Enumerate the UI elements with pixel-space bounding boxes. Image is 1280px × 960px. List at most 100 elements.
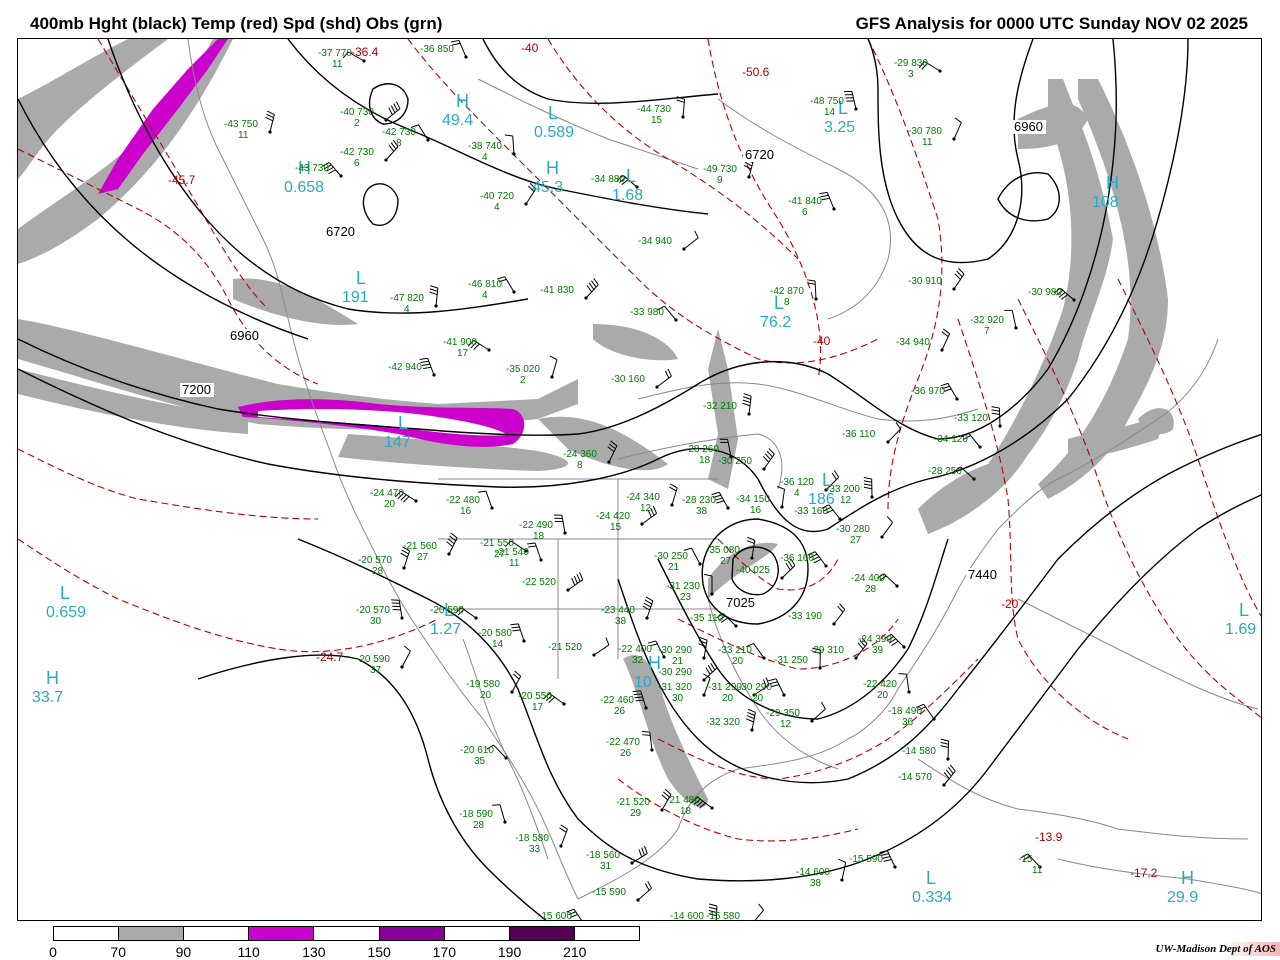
station-obs: -22 520 xyxy=(522,577,556,588)
obs-dewpoint-depression: 31 xyxy=(600,861,612,872)
obs-temp-height: -18 590 xyxy=(459,809,493,820)
wind-barb-flag xyxy=(747,711,756,716)
height-contour xyxy=(362,183,399,226)
obs-temp-height: -29 350 xyxy=(766,708,800,719)
colorbar-segment xyxy=(314,927,380,940)
temp-contour-label: -13.9 xyxy=(1035,830,1063,844)
wind-barb-flag xyxy=(642,734,651,736)
obs-temp-height: -30 280 xyxy=(836,524,870,535)
height-contour xyxy=(997,172,1060,222)
station-obs: -34 940 xyxy=(896,337,930,348)
pressure-center-value: 147 xyxy=(384,434,411,451)
obs-temp-height: -32 210 xyxy=(703,401,737,412)
wind-barb-flag xyxy=(785,562,791,571)
obs-dewpoint-depression: 28 xyxy=(473,820,485,831)
credit-label: UW-Madison Dept of AOS xyxy=(1151,942,1280,956)
obs-dewpoint-depression: 21 xyxy=(672,656,684,667)
wind-barb-staff xyxy=(504,276,515,293)
obs-temp-height: -43 750 xyxy=(224,119,258,130)
obs-temp-height: -15 590 xyxy=(592,887,626,898)
obs-dewpoint-depression: 14 xyxy=(492,639,504,650)
wind-barb-flag xyxy=(388,107,393,116)
obs-dewpoint-depression: 14 xyxy=(824,107,836,118)
obs-temp-height: -24 470 xyxy=(370,488,404,499)
wind-barb-staff xyxy=(851,91,857,110)
wind-barb-flag xyxy=(746,718,754,723)
height-contour-label: 6960 xyxy=(1014,119,1043,134)
obs-temp-height: -44 730 xyxy=(637,104,671,115)
obs-dewpoint-depression: 23 xyxy=(680,592,692,603)
wind-barb-flag xyxy=(588,282,595,290)
colorbar-segment xyxy=(119,927,185,940)
wind-barb-flag xyxy=(642,605,650,611)
height-contour xyxy=(482,39,719,104)
low-marker: L xyxy=(398,413,408,433)
obs-dewpoint-depression: 12 xyxy=(780,719,792,730)
colorbar-tick-label: 130 xyxy=(302,944,326,960)
station-obs: -20 590 xyxy=(430,605,464,616)
temp-contour-label: -24.7 xyxy=(316,650,344,664)
obs-temp-height: -30 980 xyxy=(1028,287,1062,298)
wind-barb-flag xyxy=(390,105,396,113)
wind-barb-flag xyxy=(650,507,655,516)
high-marker: H xyxy=(456,91,469,111)
wind-barb-flag xyxy=(571,577,576,586)
obs-temp-height: -19 580 xyxy=(466,679,500,690)
pressure-center-value: 33.7 xyxy=(32,689,63,706)
wind-barb-staff xyxy=(883,573,898,587)
wind-barb-flag xyxy=(813,558,822,564)
wind-barb-staff xyxy=(401,650,411,668)
wind-barb-staff xyxy=(886,850,896,868)
wind-barb-staff xyxy=(953,273,965,290)
wind-barb-staff xyxy=(664,305,677,321)
station-obs: -15 590 xyxy=(849,854,883,865)
obs-dewpoint-depression: 28 xyxy=(372,566,384,577)
station-obs: -32 210 xyxy=(703,401,737,412)
speed-band-70-90 xyxy=(593,324,678,361)
obs-temp-height: -24 420 xyxy=(596,511,630,522)
obs-dewpoint-depression: 11 xyxy=(1032,865,1043,876)
wind-barb-staff xyxy=(947,383,958,400)
station-obs: -14 580 xyxy=(902,746,936,757)
pressure-center-value: 191 xyxy=(342,289,369,306)
low-marker: L xyxy=(548,103,558,123)
station-obs: -40 7302 xyxy=(340,107,374,129)
coastline xyxy=(917,758,1249,840)
obs-temp-height: -22 400 xyxy=(618,644,652,655)
obs-temp-height: -21 480 xyxy=(666,795,700,806)
wind-barb-flag xyxy=(388,144,395,152)
wind-barb-staff xyxy=(718,492,729,509)
high-marker: H xyxy=(46,668,59,688)
obs-temp-height: -42 730 xyxy=(382,127,416,138)
obs-temp-height: -30 290 xyxy=(658,645,692,656)
wind-barb-flag xyxy=(593,278,599,286)
obs-dewpoint-depression: 20 xyxy=(732,656,744,667)
wind-barb-flag xyxy=(669,486,677,492)
wind-barb-flag xyxy=(266,110,275,115)
wind-barb-flag xyxy=(707,665,713,673)
obs-temp-height: -37 770 xyxy=(318,48,352,59)
station-obs: -42 7306 xyxy=(340,147,374,169)
height-contour-label: 7440 xyxy=(968,567,997,582)
obs-temp-height: -30 290 xyxy=(658,667,692,678)
wind-barb-staff xyxy=(754,909,764,920)
wind-barb-flag xyxy=(647,880,653,889)
wind-barb-flag xyxy=(886,516,893,523)
obs-temp-height: -34 120 xyxy=(934,434,968,445)
obs-temp-height: -18 580 xyxy=(515,833,549,844)
obs-temp-height: -40 025 xyxy=(736,565,770,576)
wind-barb-staff xyxy=(775,678,785,696)
wind-barb-flag xyxy=(863,480,872,483)
obs-temp-height: -30 290 xyxy=(738,682,772,693)
obs-temp-height: -21 560 xyxy=(403,541,437,552)
station-obs: -29 8303 xyxy=(894,58,928,80)
low-marker: L xyxy=(1239,600,1249,620)
obs-temp-height: -33 190 xyxy=(788,611,822,622)
wind-barb-flag xyxy=(451,39,460,43)
wind-barb-staff xyxy=(458,40,467,58)
obs-temp-height: -41 840 xyxy=(788,196,822,207)
wind-barb-flag xyxy=(429,288,438,292)
temp-contour-label: -20 xyxy=(1001,597,1019,611)
obs-temp-height: -30 250 xyxy=(718,456,752,467)
station-obs: -35 0202 xyxy=(506,364,540,386)
